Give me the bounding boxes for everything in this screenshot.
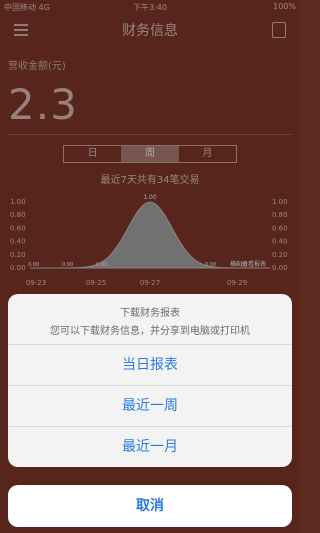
cancel-button[interactable]: 取消 <box>8 485 292 527</box>
sheet-message: 您可以下载财务信息，并分享到电脑或打印机 <box>50 326 250 337</box>
option-last-week[interactable]: 最近一周 <box>8 385 292 426</box>
download-action-sheet: 下载财务报表 您可以下载财务信息，并分享到电脑或打印机 当日报表 最近一周 最近… <box>8 294 292 467</box>
option-today-report[interactable]: 当日报表 <box>8 344 292 385</box>
option-last-month[interactable]: 最近一月 <box>8 426 292 467</box>
sheet-title: 下载财务报表 <box>120 308 180 319</box>
